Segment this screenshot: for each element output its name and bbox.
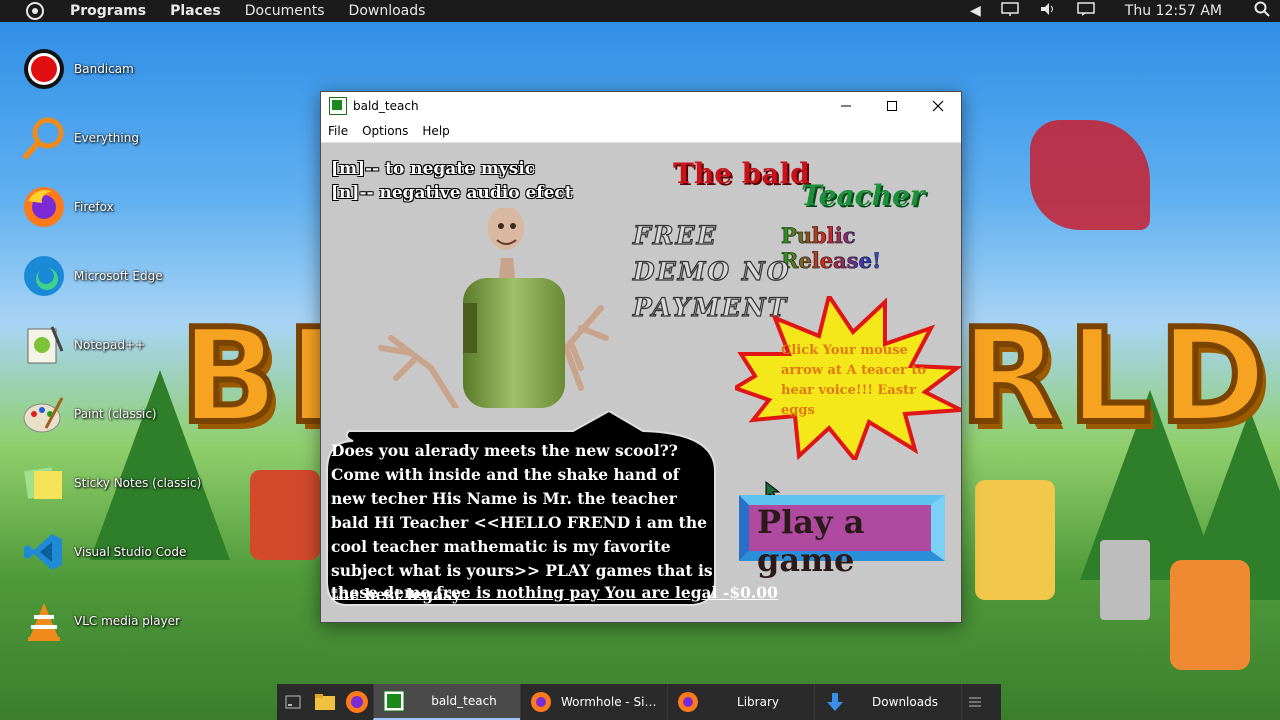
maximize-button[interactable]: [869, 92, 915, 120]
desktop-icon-edge[interactable]: Microsoft Edge: [20, 249, 220, 303]
hint-mute-sfx: [n]-- negative audio efect: [331, 183, 573, 203]
desktop-icon-label: Bandicam: [74, 62, 134, 76]
wallpaper-character: [250, 470, 320, 560]
everything-search-icon: [20, 114, 68, 162]
speech-bubble-footer: these demo free is nothing pay You are l…: [331, 583, 778, 602]
taskbar-menu-icon[interactable]: [961, 684, 988, 720]
desktop-icon-everything[interactable]: Everything: [20, 111, 220, 165]
teacher-figure[interactable]: [371, 208, 611, 408]
panel-menu-programs[interactable]: Programs: [70, 3, 146, 19]
vscode-icon: [20, 528, 68, 576]
panel-menu-documents[interactable]: Documents: [245, 3, 325, 19]
sticky-notes-icon: [20, 459, 68, 507]
network-icon[interactable]: [1001, 2, 1019, 20]
download-arrow-icon: [823, 690, 847, 714]
wallpaper-cat: [1170, 560, 1250, 670]
notifications-icon[interactable]: [1077, 2, 1095, 20]
panel-menu-downloads[interactable]: Downloads: [349, 3, 426, 19]
wallpaper-robot: [1100, 540, 1150, 620]
game-title-bald: The bald: [673, 157, 810, 190]
app-window: bald_teach File Options Help [m]-- to ne…: [320, 91, 962, 623]
paint-icon: [20, 390, 68, 438]
desktop-icon-label: Firefox: [74, 200, 114, 214]
search-icon[interactable]: [1254, 1, 1270, 21]
window-menubar: File Options Help: [321, 120, 961, 143]
wallpaper-letters-right: RLD: [957, 297, 1275, 455]
desktop-icon-sticky-notes[interactable]: Sticky Notes (classic): [20, 456, 220, 510]
firefox-icon: [529, 690, 553, 714]
firefox-icon: [676, 690, 700, 714]
speech-bubble-text: Does you alerady meets the new scool??Co…: [331, 441, 713, 604]
activities-icon[interactable]: [26, 2, 44, 20]
close-button[interactable]: [915, 92, 961, 120]
clock[interactable]: Thu 12:57 AM: [1125, 3, 1222, 19]
system-tray: ◀ Thu 12:57 AM: [960, 0, 1280, 22]
taskbar-item-label: bald_teach: [431, 694, 497, 708]
desktop-icon-label: Notepad++: [74, 338, 146, 352]
menu-options[interactable]: Options: [362, 124, 408, 138]
desktop-icon-firefox[interactable]: Firefox: [20, 180, 220, 234]
notepadpp-icon: [20, 321, 68, 369]
game-title-teacher: Teacher: [801, 179, 925, 212]
volume-icon[interactable]: [1039, 2, 1057, 20]
desktop-icon-label: VLC media player: [74, 614, 181, 628]
bandicam-icon: [20, 45, 68, 93]
bald-teach-app-icon: [382, 689, 406, 713]
game-canvas: [m]-- to negate mysic [n]-- negative aud…: [321, 143, 961, 622]
edge-icon: [20, 252, 68, 300]
desktop-icon-label: Paint (classic): [74, 407, 157, 421]
taskbar: bald_teach Wormhole - Simpl... Library D…: [277, 684, 1001, 720]
wallpaper-character: [975, 480, 1055, 600]
panel-menu-places[interactable]: Places: [170, 3, 221, 19]
public-release-label: Public Release!: [781, 223, 961, 274]
firefox-taskbar-icon[interactable]: [341, 684, 373, 720]
desktop-icon-paint[interactable]: Paint (classic): [20, 387, 220, 441]
window-titlebar[interactable]: bald_teach: [321, 92, 961, 120]
taskbar-item-library[interactable]: Library: [667, 684, 814, 720]
hint-mute-music: [m]-- to negate mysic: [331, 159, 536, 179]
free-line-1: FREE: [632, 220, 718, 250]
firefox-icon: [20, 183, 68, 231]
menu-file[interactable]: File: [328, 124, 348, 138]
play-game-label[interactable]: Play a game: [757, 503, 961, 579]
file-manager-icon[interactable]: [309, 684, 341, 720]
minimize-button[interactable]: [823, 92, 869, 120]
show-desktop-icon[interactable]: [277, 684, 309, 720]
desktop-icon-label: Sticky Notes (classic): [74, 476, 202, 490]
free-line-2: DEMO NO: [632, 256, 791, 286]
wallpaper-dragon: [1030, 120, 1150, 230]
app-icon: [329, 97, 347, 115]
taskbar-item-label: Downloads: [872, 695, 938, 709]
top-panel: Programs Places Documents Downloads ◀ Th…: [0, 0, 1280, 22]
desktop-icon-vlc[interactable]: VLC media player: [20, 594, 220, 648]
desktop-icon-label: Microsoft Edge: [74, 269, 163, 283]
taskbar-item-wormhole[interactable]: Wormhole - Simpl...: [520, 684, 667, 720]
window-title: bald_teach: [353, 99, 419, 113]
menu-help[interactable]: Help: [422, 124, 449, 138]
taskbar-item-label: Wormhole - Simpl...: [561, 695, 667, 709]
desktop-icon-vscode[interactable]: Visual Studio Code: [20, 525, 220, 579]
taskbar-item-bald-teach[interactable]: bald_teach: [373, 684, 520, 720]
desktop-icon-bandicam[interactable]: Bandicam: [20, 42, 220, 96]
desktop-icon-label: Visual Studio Code: [74, 545, 187, 559]
vlc-icon: [20, 597, 68, 645]
tray-arrow-icon[interactable]: ◀: [970, 3, 981, 19]
taskbar-item-label: Library: [737, 695, 779, 709]
taskbar-item-downloads[interactable]: Downloads: [814, 684, 961, 720]
easter-egg-text: Click Your mouse arrow at A teacer to he…: [781, 343, 927, 418]
desktop-icon-label: Everything: [74, 131, 139, 145]
desktop-icon-notepadpp[interactable]: Notepad++: [20, 318, 220, 372]
